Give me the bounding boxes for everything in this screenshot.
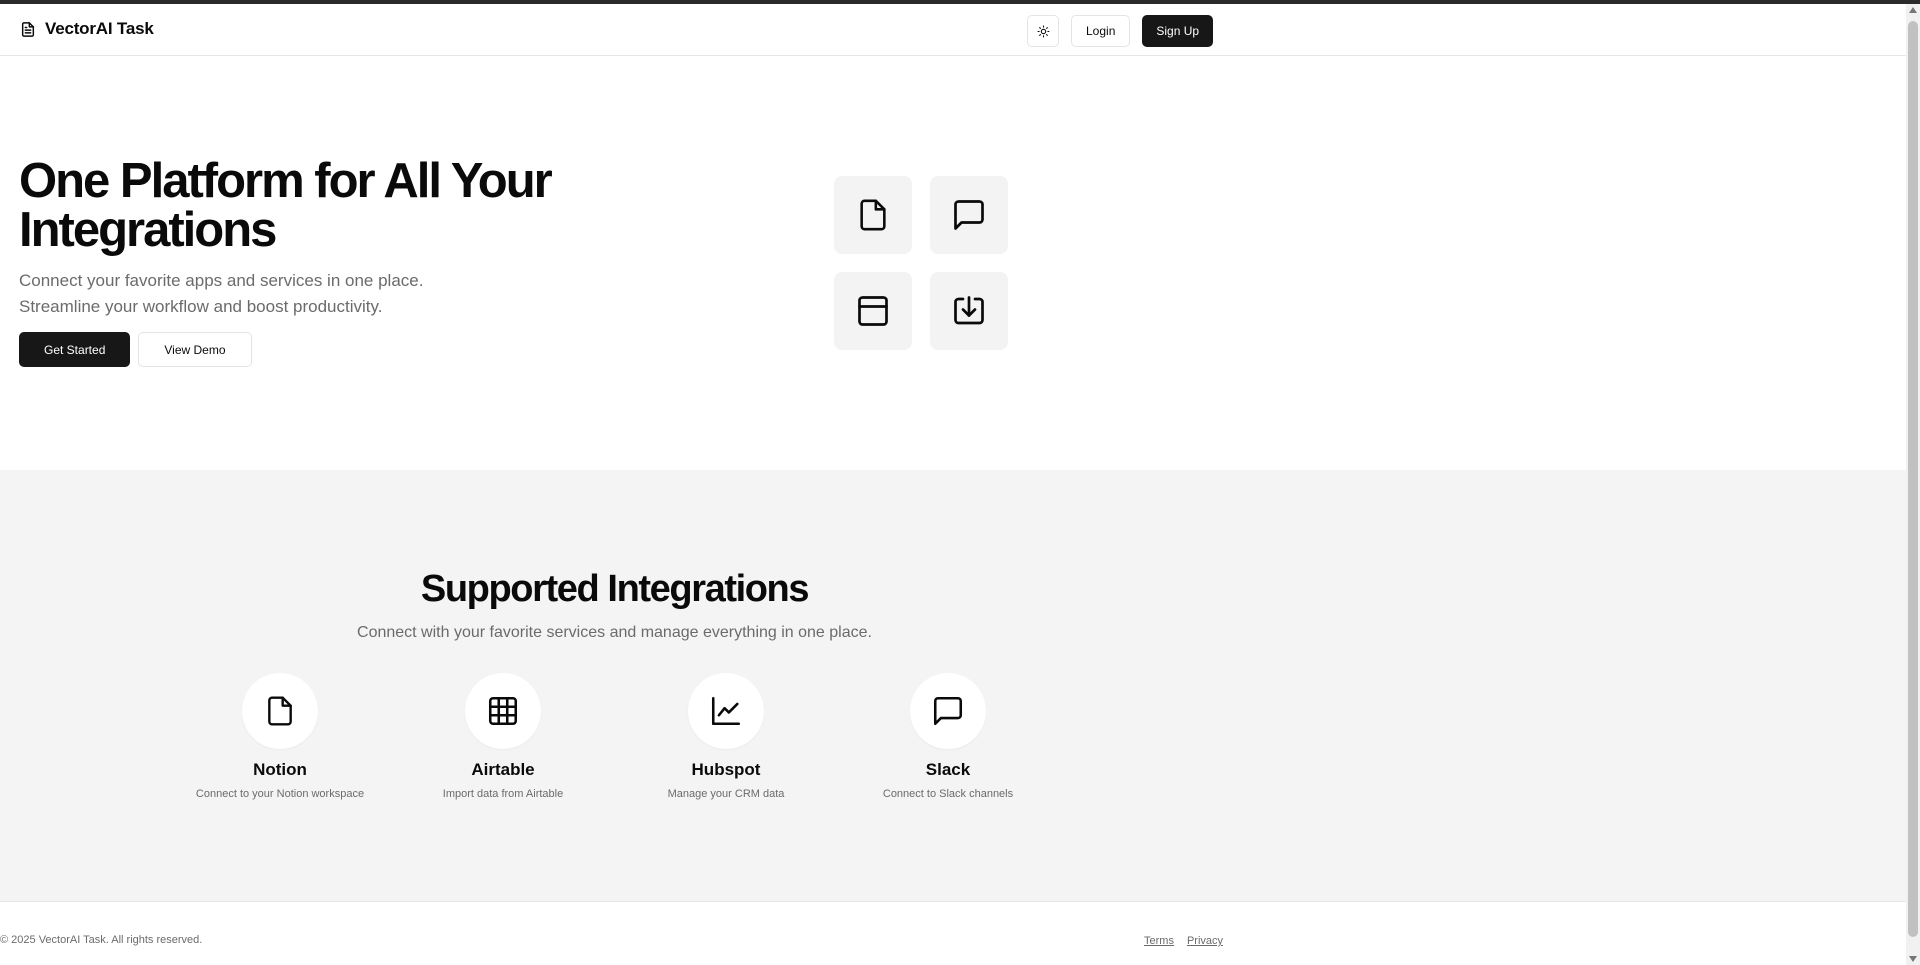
copyright-text: © 2025 VectorAI Task. All rights reserve… <box>0 934 203 946</box>
integration-card-slack[interactable]: Slack Connect to Slack channels <box>838 673 1058 800</box>
theme-toggle-button[interactable] <box>1027 15 1059 47</box>
integration-description: Manage your CRM data <box>667 788 785 800</box>
integration-description: Connect to your Notion workspace <box>195 788 365 800</box>
sun-icon <box>1037 25 1050 38</box>
integration-card-airtable[interactable]: Airtable Import data from Airtable <box>393 673 613 800</box>
scrollbar-thumb[interactable] <box>1908 21 1918 937</box>
site-footer: © 2025 VectorAI Task. All rights reserve… <box>0 903 1906 965</box>
integrations-subtitle: Connect with your favorite services and … <box>357 624 872 641</box>
integration-card-notion[interactable]: Notion Connect to your Notion workspace <box>170 673 390 800</box>
integration-description: Connect to Slack channels <box>882 788 1014 800</box>
scroll-up-arrow-icon[interactable] <box>1909 7 1917 13</box>
brand-title: VectorAI Task <box>45 19 154 38</box>
integration-name: Notion <box>253 760 307 779</box>
integration-name: Hubspot <box>691 760 761 779</box>
file-icon <box>264 693 296 729</box>
get-started-button[interactable]: Get Started <box>19 332 131 367</box>
download-box-icon <box>950 293 988 329</box>
hero-subtitle: Connect your favorite apps and services … <box>19 268 479 320</box>
page-scrollbar[interactable] <box>1906 4 1920 965</box>
integration-description: Import data from Airtable <box>442 788 564 800</box>
view-demo-button[interactable]: View Demo <box>138 332 252 367</box>
integration-name: Slack <box>925 760 971 779</box>
hero-subtitle-line1: Connect your favorite apps and services … <box>19 271 424 290</box>
privacy-link[interactable]: Privacy <box>1187 935 1223 947</box>
integrations-title: Supported Integrations <box>420 568 810 610</box>
signup-button[interactable]: Sign Up <box>1142 15 1214 47</box>
footer-links: Terms Privacy <box>1144 935 1223 947</box>
terms-link[interactable]: Terms <box>1144 935 1174 947</box>
integrations-section: Supported Integrations Connect with your… <box>0 470 1906 902</box>
integration-icon-circle <box>465 673 541 749</box>
integration-card-hubspot[interactable]: Hubspot Manage your CRM data <box>616 673 836 800</box>
integration-icon-circle <box>688 673 764 749</box>
panel-top-icon <box>855 293 891 329</box>
grid-icon <box>486 694 520 728</box>
header-actions: Login Sign Up <box>1027 15 1214 47</box>
message-square-icon <box>931 694 965 728</box>
file-icon <box>856 196 890 234</box>
scroll-down-arrow-icon[interactable] <box>1909 956 1917 962</box>
integration-name: Airtable <box>471 760 535 779</box>
brand[interactable]: VectorAI Task <box>20 19 154 39</box>
hero-tile-file <box>834 176 912 254</box>
file-text-icon <box>20 21 36 38</box>
line-chart-icon <box>709 694 743 728</box>
site-header: VectorAI Task Login Sign Up <box>0 4 1906 56</box>
integration-icon-circle <box>242 673 318 749</box>
hero-subtitle-line2: Streamline your workflow and boost produ… <box>19 297 383 316</box>
message-square-icon <box>951 197 987 233</box>
hero-tile-message <box>930 176 1008 254</box>
integration-icon-circle <box>910 673 986 749</box>
hero-tile-download <box>930 272 1008 350</box>
hero-tile-panel <box>834 272 912 350</box>
hero-icon-grid <box>834 176 1010 350</box>
hero-title: One Platform for All Your Integrations <box>19 154 553 257</box>
hero-buttons: Get Started View Demo <box>19 332 252 367</box>
login-button[interactable]: Login <box>1071 15 1131 47</box>
hero-section: One Platform for All Your Integrations C… <box>0 57 1906 470</box>
